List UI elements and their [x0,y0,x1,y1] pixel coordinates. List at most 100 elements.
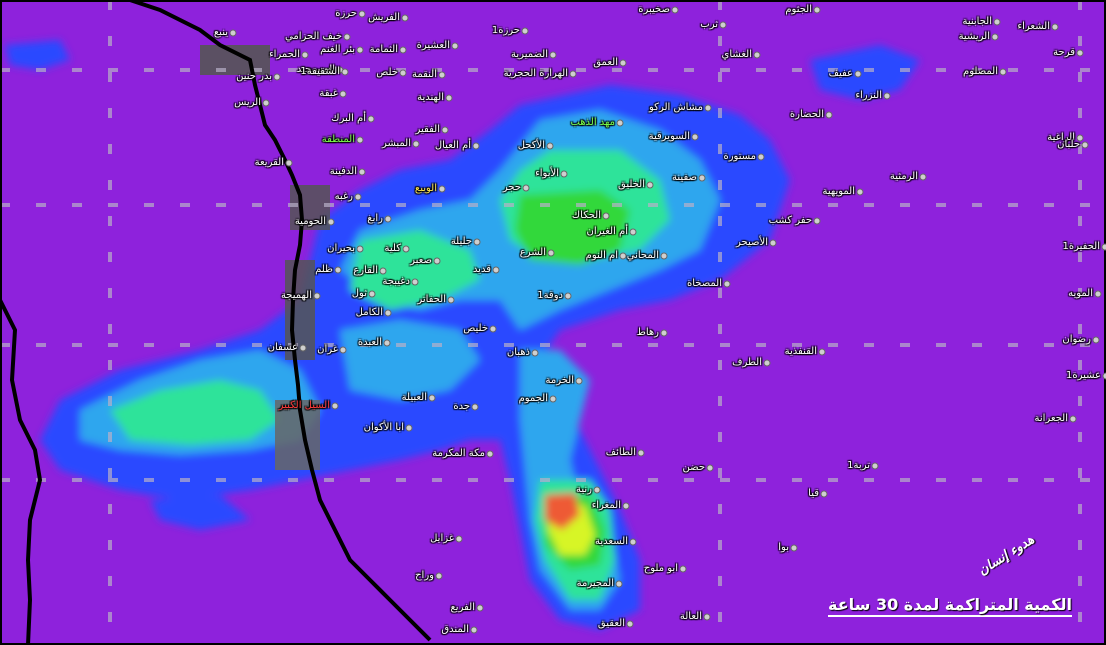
place-marker [368,290,376,298]
place-label: تربة1 [847,460,870,471]
place-label: مكة المكرمة [432,448,485,459]
place-marker [1092,336,1100,344]
place-marker [564,292,572,300]
place-label: ينبع [213,27,228,38]
place-marker [447,296,455,304]
place-label: الحفاتر [417,294,446,305]
place-label: الجثوم [785,4,812,15]
place-label: الدفينة [329,166,357,177]
place-marker [993,18,1001,26]
place-label: المغراء [591,500,621,511]
place-marker [813,6,821,14]
place-marker [229,29,237,37]
place-label: الهندية [417,92,444,103]
place-marker [473,238,481,246]
place-marker [1051,23,1059,31]
place-marker [549,51,557,59]
place-label: الأصيحر [736,237,768,248]
place-marker [813,217,821,225]
place-marker [399,46,407,54]
place-marker [646,181,654,189]
place-label: المويه [1068,288,1093,299]
map-caption: الكمية المتراكمة لمدة 30 ساعة [828,595,1073,617]
place-label: صعبر [410,255,432,266]
place-label: المجيرمة [576,578,614,589]
place-marker [790,544,798,552]
place-marker [1102,372,1106,380]
place-marker [698,174,706,182]
place-marker [367,115,375,123]
place-label: ظلم [315,264,333,275]
place-label: المبشر [381,138,411,149]
place-label: الفريع [450,602,475,613]
place-label: المنطقة [321,134,355,145]
place-marker [472,142,480,150]
place-marker [412,140,420,148]
place-marker [723,280,731,288]
place-marker [356,245,364,253]
place-marker [883,92,891,100]
place-label: جليلة [450,236,472,247]
place-marker [1081,141,1089,149]
place-marker [379,267,387,275]
place-marker [438,71,446,79]
rainfall-field [0,0,1106,645]
place-marker [825,111,833,119]
place-marker [719,21,727,29]
place-marker [769,239,777,247]
place-label: العبدة [357,337,382,348]
place-marker [919,173,927,181]
place-marker [313,292,321,300]
place-label: دغيبجة [382,276,410,287]
place-label: غزايل [430,533,454,544]
place-label: عشيرة1 [1065,370,1101,381]
place-label: صخيبرة [638,4,670,15]
place-label: الأبواء [535,168,559,179]
place-marker [619,59,627,67]
place-label: أم العيال [434,140,471,151]
place-marker [871,462,879,470]
place-label: رضوان [1062,334,1091,345]
place-marker [619,252,627,260]
place-label: النقمة [411,69,437,80]
place-label: الحومية [294,216,326,227]
place-label: عسفان [267,342,298,353]
place-label: غبقة [319,88,338,99]
place-label: الخرمة [545,375,574,386]
place-label: الكامل [355,307,383,318]
place-marker [546,142,554,150]
place-label: القارع [353,265,378,276]
place-marker [273,73,281,81]
place-label: مستورة [723,151,756,162]
place-label: حجر [502,182,521,193]
place-marker [354,193,362,201]
place-label: حرزة1 [491,25,520,36]
place-label: خليص [463,323,488,334]
place-label: خيف الحزامي [285,31,342,42]
place-marker [616,119,624,127]
place-marker [341,68,349,76]
place-marker [411,278,419,286]
place-marker [262,99,270,107]
place-marker [637,449,645,457]
place-label: حفر كشب [768,215,812,226]
place-marker [660,252,668,260]
place-label: الخليق [618,179,645,190]
place-label: الحكاك [571,210,601,221]
place-label: الفريش [368,12,400,23]
place-marker [402,245,410,253]
place-marker [334,266,342,274]
place-marker [384,215,392,223]
place-marker [451,42,459,50]
place-label: الثمامة [369,44,398,55]
place-marker [593,486,601,494]
rainfall-map: ينبع بدر حنين حرزة الفريش خيف الحزامي الحمراء… [0,0,1106,645]
place-label: المحاني [626,250,659,261]
place-label: الرمثية [889,171,918,182]
place-label: بدر حنين [236,71,272,82]
place-marker [301,51,309,59]
place-marker [991,33,999,41]
place-label: رنية [576,484,592,495]
place-marker [629,538,637,546]
place-label: القريعة [254,157,284,168]
